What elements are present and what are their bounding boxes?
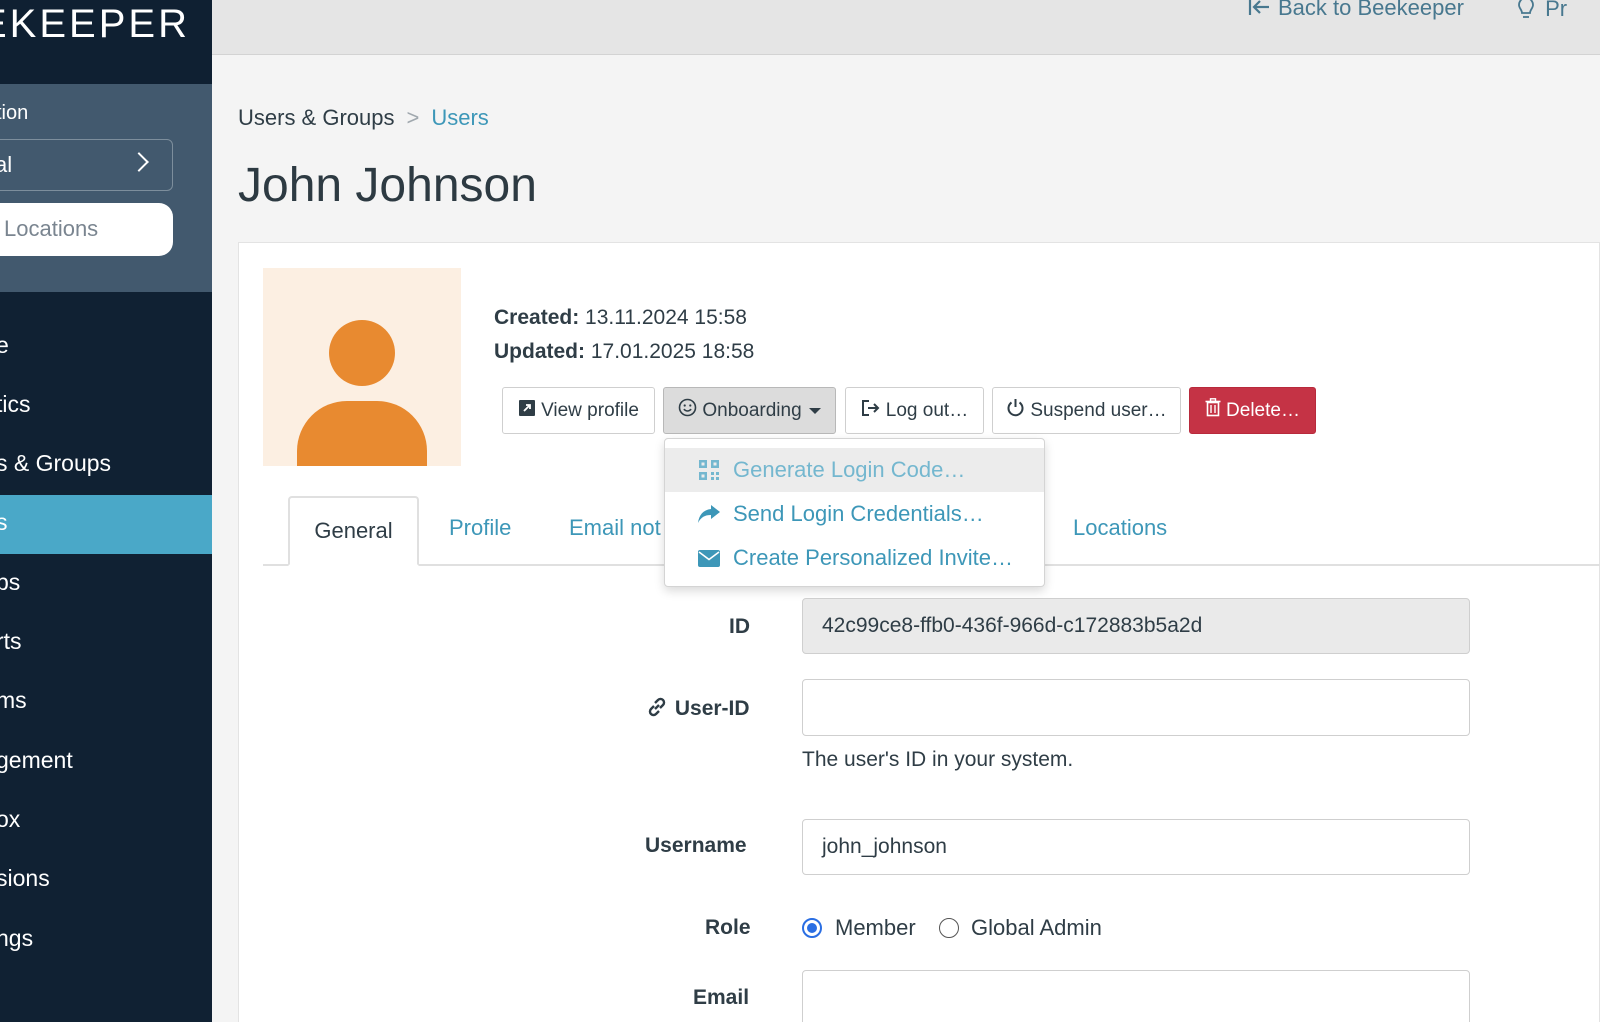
id-field[interactable]: 42c99ce8-ffb0-436f-966d-c172883b5a2d	[802, 598, 1470, 654]
external-edit-icon	[518, 399, 536, 423]
role-member-radio[interactable]	[802, 918, 822, 938]
sign-out-icon	[861, 399, 881, 423]
onboarding-button[interactable]: Onboarding	[663, 387, 836, 434]
log-out-label: Log out…	[885, 399, 969, 421]
tab-locations[interactable]: Locations	[1073, 515, 1167, 541]
onboarding-label: Onboarding	[702, 399, 802, 421]
sidebar-item-groups[interactable]: ps	[0, 555, 212, 614]
page-title: John Johnson	[238, 159, 537, 212]
menu-item-generate-login-code[interactable]: Generate Login Code…	[665, 448, 1044, 492]
username-field[interactable]: john_johnson	[802, 819, 1470, 875]
power-icon	[1006, 398, 1025, 423]
delete-label: Delete…	[1226, 399, 1300, 421]
suspend-user-button[interactable]: Suspend user…	[992, 387, 1181, 434]
sidebar-item-settings[interactable]: ngs	[0, 911, 212, 970]
created-value: 13.11.2024 15:58	[585, 306, 747, 329]
email-field[interactable]	[802, 970, 1470, 1022]
location-search-input[interactable]: Locations	[0, 203, 173, 256]
email-label: Email	[693, 986, 750, 1009]
product-link[interactable]: Pr	[1517, 0, 1567, 22]
breadcrumb-users-groups[interactable]: Users & Groups	[238, 105, 395, 130]
avatar	[263, 268, 461, 466]
breadcrumb-separator: >	[406, 105, 420, 130]
org-selector-value: al	[0, 152, 13, 177]
view-profile-button[interactable]: View profile	[502, 387, 655, 434]
tab-email-notifications[interactable]: Email not	[569, 515, 661, 541]
log-out-button[interactable]: Log out…	[845, 387, 984, 434]
role-global-admin-label[interactable]: Global Admin	[971, 915, 1102, 941]
top-bar: Back to Beekeeper Pr	[212, 0, 1600, 55]
sidebar-item-streams[interactable]: ms	[0, 673, 212, 732]
delete-user-button[interactable]: Delete…	[1189, 387, 1316, 434]
menu-item-create-personalized-invite[interactable]: Create Personalized Invite…	[665, 536, 1044, 580]
role-member-label[interactable]: Member	[835, 915, 916, 941]
org-label: tion	[0, 102, 29, 124]
updated-value: 17.01.2025 18:58	[590, 340, 755, 363]
generate-login-code-label: Generate Login Code…	[733, 457, 966, 482]
created-meta: Created: 13.11.2024 15:58	[494, 306, 747, 330]
send-login-credentials-label: Send Login Credentials…	[733, 501, 984, 526]
suspend-user-label: Suspend user…	[1030, 399, 1167, 421]
org-panel: tion al Locations	[0, 84, 212, 292]
sidebar-item-inbox[interactable]: ox	[0, 792, 212, 851]
sidebar-item-management[interactable]: gement	[0, 733, 212, 792]
arrow-left-to-line-icon	[1248, 0, 1270, 22]
view-profile-label: View profile	[541, 399, 639, 421]
tab-general[interactable]: General	[288, 496, 419, 566]
breadcrumb: Users & Groups > Users	[238, 105, 489, 131]
avatar-head	[329, 320, 395, 386]
id-label: ID	[729, 615, 750, 638]
lightbulb-icon	[1517, 0, 1541, 21]
updated-label: Updated:	[494, 340, 585, 363]
user-id-field[interactable]	[802, 679, 1470, 736]
created-label: Created:	[494, 306, 580, 329]
sidebar-item-permissions[interactable]: sions	[0, 851, 212, 910]
role-label: Role	[705, 916, 751, 939]
create-personalized-invite-label: Create Personalized Invite…	[733, 545, 1014, 570]
back-to-beekeeper-link[interactable]: Back to Beekeeper	[1248, 0, 1464, 22]
sidebar-item-reports[interactable]: rts	[0, 614, 212, 673]
username-label: Username	[645, 834, 747, 857]
smile-icon	[678, 398, 697, 423]
menu-item-send-login-credentials[interactable]: Send Login Credentials…	[665, 492, 1044, 536]
sidebar-item-home[interactable]: e	[0, 318, 212, 377]
id-value: 42c99ce8-ffb0-436f-966d-c172883b5a2d	[822, 614, 1203, 637]
qr-code-icon	[697, 460, 721, 480]
share-arrow-icon	[697, 504, 721, 524]
user-id-help-text: The user's ID in your system.	[802, 748, 1074, 771]
org-selector[interactable]: al	[0, 139, 173, 191]
envelope-icon	[697, 549, 721, 567]
user-id-label: User-ID	[645, 695, 750, 721]
sidebar: EKEEPER tion al Locations e tics s & Gro…	[0, 0, 212, 1022]
onboarding-dropdown-menu: Generate Login Code… Send Login Credenti…	[664, 438, 1045, 587]
chevron-right-icon	[129, 152, 149, 172]
tab-profile[interactable]: Profile	[449, 515, 511, 541]
product-link-label: Pr	[1545, 0, 1568, 21]
user-id-label-text: User-ID	[674, 697, 750, 720]
breadcrumb-users[interactable]: Users	[431, 105, 488, 130]
avatar-body	[297, 401, 427, 466]
username-value: john_johnson	[822, 835, 947, 858]
caret-down-icon	[808, 407, 821, 414]
location-search-placeholder: Locations	[4, 216, 99, 241]
back-link-label: Back to Beekeeper	[1278, 0, 1464, 20]
updated-meta: Updated: 17.01.2025 18:58	[494, 340, 754, 364]
sidebar-item-analytics[interactable]: tics	[0, 377, 212, 436]
trash-icon	[1205, 398, 1221, 423]
link-icon	[645, 697, 675, 720]
role-global-admin-radio[interactable]	[939, 918, 959, 938]
app-logo: EKEEPER	[0, 0, 212, 84]
sidebar-item-users-groups[interactable]: s & Groups	[0, 436, 212, 495]
sidebar-item-users[interactable]: s	[0, 495, 212, 554]
